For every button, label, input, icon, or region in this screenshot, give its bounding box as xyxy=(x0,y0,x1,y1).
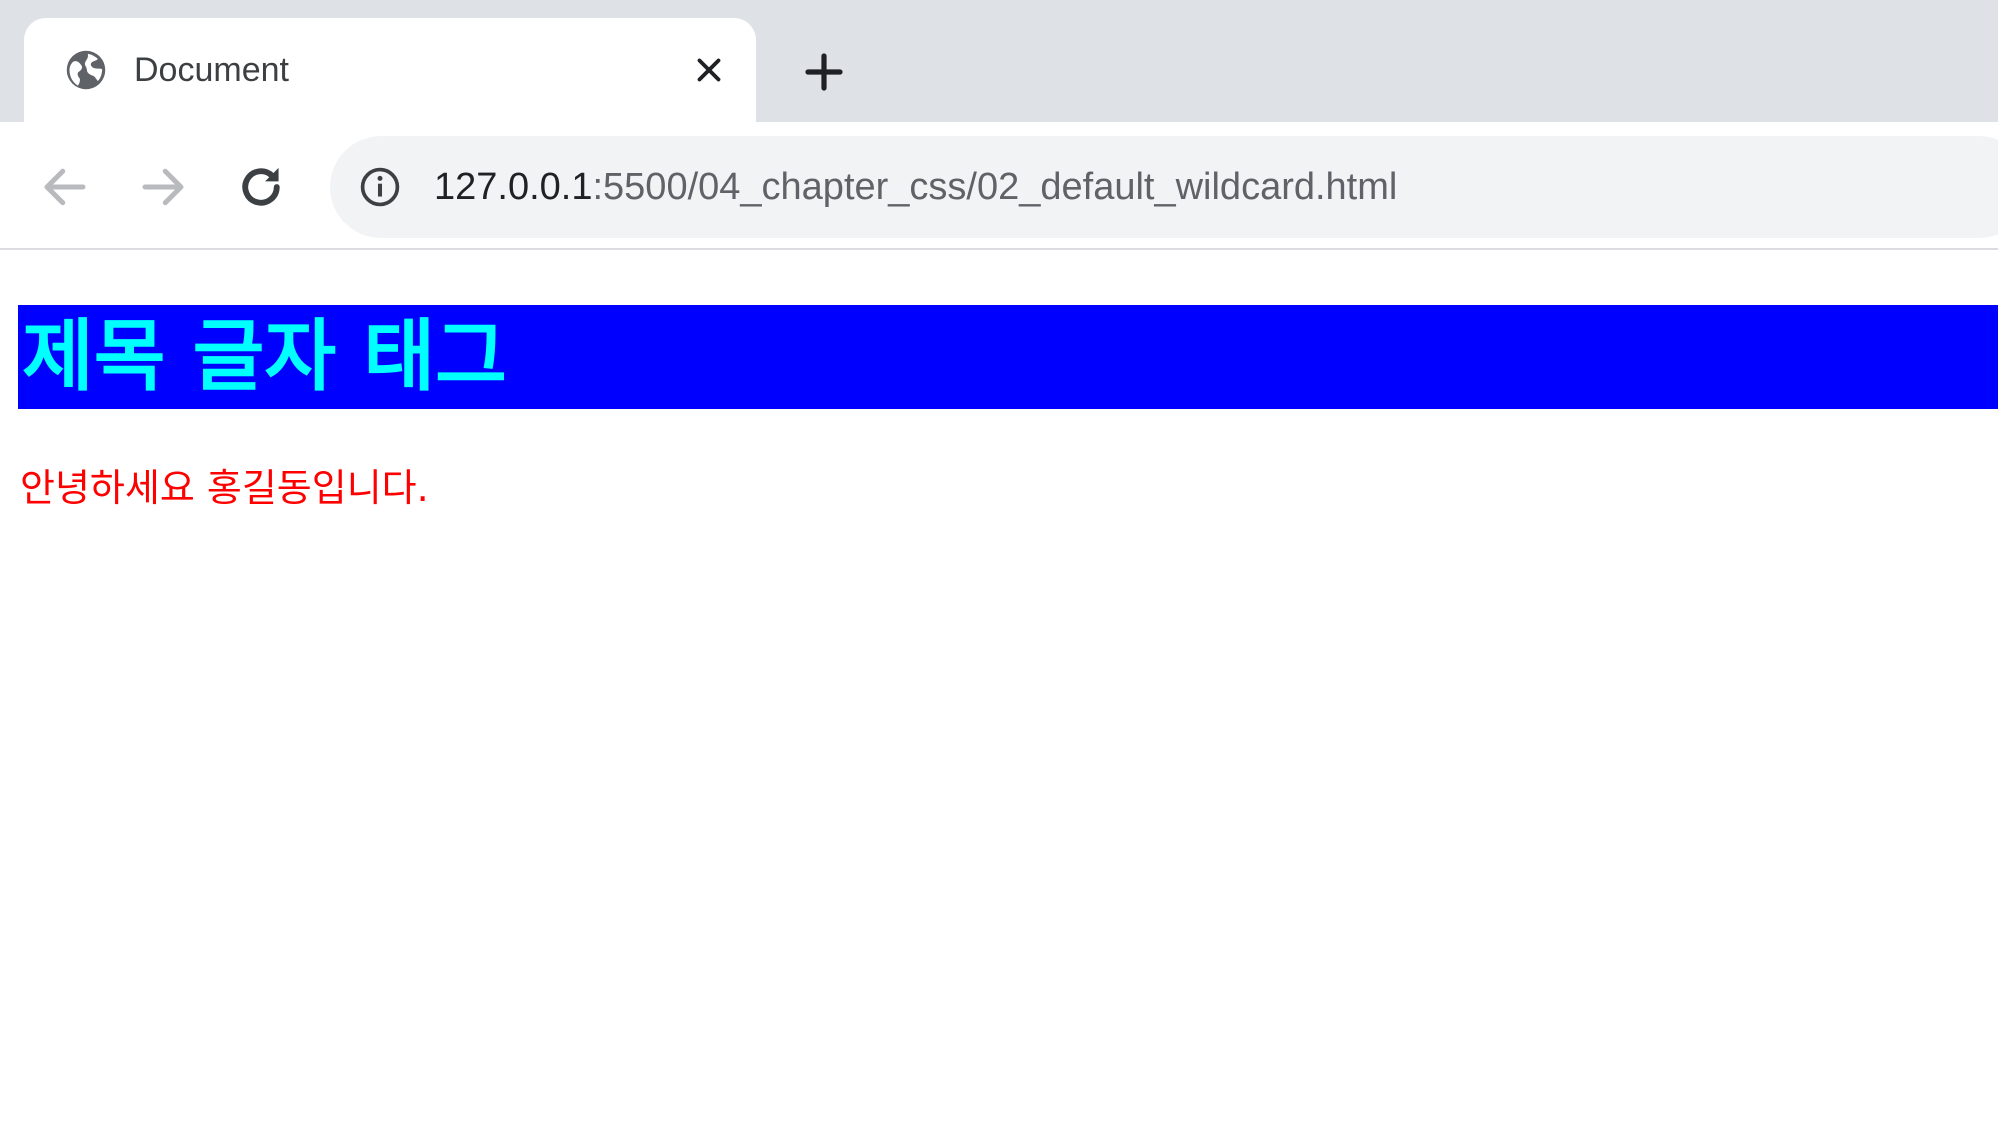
tab-strip: Document xyxy=(0,0,1998,122)
reload-icon xyxy=(242,167,280,206)
page-content: 제목 글자 태그 안녕하세요 홍길동입니다. xyxy=(0,250,1998,1126)
url-path: :5500/04_chapter_css/02_default_wildcard… xyxy=(592,166,1398,208)
info-icon[interactable] xyxy=(358,165,402,209)
globe-icon xyxy=(66,50,106,90)
browser-window: Document 127.0.0.1:5500/04_chapter_css/0… xyxy=(0,0,1998,1126)
tab-document[interactable]: Document xyxy=(24,18,756,122)
back-button[interactable] xyxy=(38,160,92,214)
page-heading: 제목 글자 태그 xyxy=(18,305,1998,409)
address-bar[interactable]: 127.0.0.1:5500/04_chapter_css/02_default… xyxy=(330,136,1998,238)
tab-title: Document xyxy=(134,51,289,89)
new-tab-button[interactable] xyxy=(800,48,848,96)
greeting-paragraph: 안녕하세요 홍길동입니다. xyxy=(20,466,429,510)
close-icon[interactable] xyxy=(690,51,728,89)
url-text[interactable]: 127.0.0.1:5500/04_chapter_css/02_default… xyxy=(434,162,1397,212)
reload-button[interactable] xyxy=(234,160,288,214)
browser-toolbar: 127.0.0.1:5500/04_chapter_css/02_default… xyxy=(0,122,1998,250)
url-host: 127.0.0.1 xyxy=(434,166,593,208)
arrow-left-icon xyxy=(44,168,86,206)
arrow-right-icon xyxy=(142,168,184,206)
forward-button[interactable] xyxy=(136,160,190,214)
